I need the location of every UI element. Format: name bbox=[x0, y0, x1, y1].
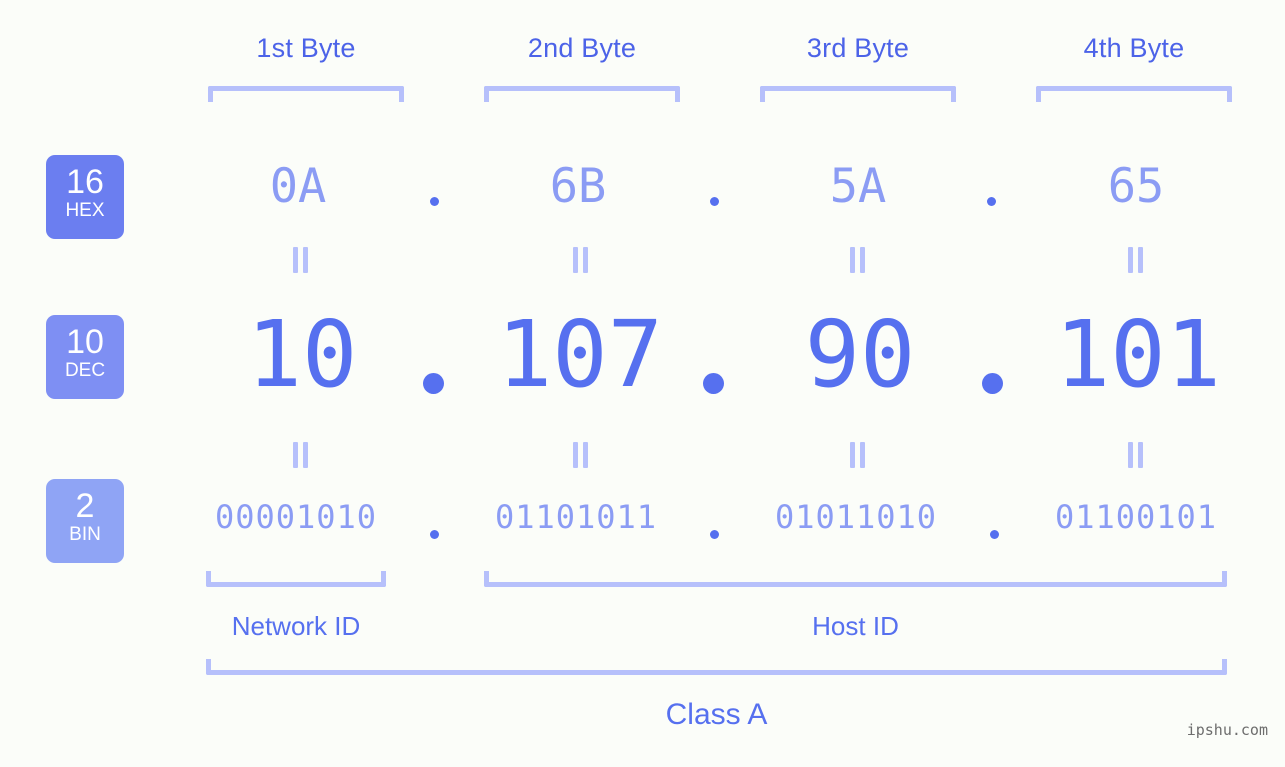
hex-separator-dot-3 bbox=[987, 197, 996, 206]
class-bracket bbox=[206, 659, 1227, 675]
byte-header-label: 2nd Byte bbox=[527, 33, 637, 63]
byte-header-label: 3rd Byte bbox=[806, 33, 910, 63]
hex-octet-1: 0A bbox=[269, 159, 327, 214]
equals-connector-dec-bin-3 bbox=[849, 442, 866, 468]
network-id-label: Network ID bbox=[231, 611, 361, 641]
byte-bracket-4 bbox=[1036, 86, 1232, 102]
equals-connector-dec-bin-1 bbox=[292, 442, 309, 468]
bin-separator-dot-1 bbox=[430, 530, 439, 539]
equals-connector-hex-dec-2 bbox=[572, 247, 589, 273]
base-badge-abbr: DEC bbox=[64, 360, 106, 381]
byte-header-3: 3rd Byte bbox=[760, 33, 956, 64]
base-badge-number: 16 bbox=[66, 163, 104, 201]
host-id-bracket bbox=[484, 571, 1227, 587]
byte-header-4: 4th Byte bbox=[1036, 33, 1232, 64]
network-id-bracket bbox=[206, 571, 386, 587]
dec-separator-dot-2 bbox=[703, 373, 724, 394]
hex-octet-4: 65 bbox=[1107, 159, 1165, 214]
bin-octet-1: 00001010 bbox=[214, 498, 378, 536]
equals-connector-hex-dec-3 bbox=[849, 247, 866, 273]
base-badge-number: 10 bbox=[66, 323, 104, 361]
dec-octet-3: 90 bbox=[804, 301, 916, 408]
base-badge-hex: 16 HEX bbox=[46, 155, 124, 239]
byte-header-2: 2nd Byte bbox=[484, 33, 680, 64]
byte-header-label: 1st Byte bbox=[256, 33, 356, 63]
class-label: Class A bbox=[665, 698, 768, 731]
bin-separator-dot-2 bbox=[710, 530, 719, 539]
dec-separator-dot-3 bbox=[982, 373, 1003, 394]
base-badge-dec: 10 DEC bbox=[46, 315, 124, 399]
equals-connector-dec-bin-2 bbox=[572, 442, 589, 468]
base-badge-number: 2 bbox=[75, 487, 95, 525]
byte-header-1: 1st Byte bbox=[208, 33, 404, 64]
bin-octet-2: 01101011 bbox=[494, 498, 658, 536]
dec-octet-2: 107 bbox=[496, 301, 664, 408]
bin-separator-dot-3 bbox=[990, 530, 999, 539]
base-badge-abbr: BIN bbox=[69, 524, 101, 545]
base-badge-abbr: HEX bbox=[65, 200, 105, 221]
bin-octet-3: 01011010 bbox=[774, 498, 938, 536]
hex-separator-dot-2 bbox=[710, 197, 719, 206]
dec-separator-dot-1 bbox=[423, 373, 444, 394]
equals-connector-dec-bin-4 bbox=[1127, 442, 1144, 468]
byte-bracket-3 bbox=[760, 86, 956, 102]
ip-address-diagram: 1st Byte 2nd Byte 3rd Byte 4th Byte 16 H… bbox=[0, 0, 1285, 767]
hex-octet-3: 5A bbox=[829, 159, 887, 214]
equals-connector-hex-dec-4 bbox=[1127, 247, 1144, 273]
byte-bracket-2 bbox=[484, 86, 680, 102]
bin-octet-4: 01100101 bbox=[1054, 498, 1218, 536]
byte-bracket-1 bbox=[208, 86, 404, 102]
hex-octet-2: 6B bbox=[549, 159, 607, 214]
equals-connector-hex-dec-1 bbox=[292, 247, 309, 273]
dec-octet-4: 101 bbox=[1054, 301, 1222, 408]
dec-octet-1: 10 bbox=[246, 301, 358, 408]
site-watermark: ipshu.com bbox=[1186, 721, 1268, 739]
hex-separator-dot-1 bbox=[430, 197, 439, 206]
byte-header-label: 4th Byte bbox=[1083, 33, 1185, 63]
base-badge-bin: 2 BIN bbox=[46, 479, 124, 563]
host-id-label: Host ID bbox=[812, 611, 899, 641]
